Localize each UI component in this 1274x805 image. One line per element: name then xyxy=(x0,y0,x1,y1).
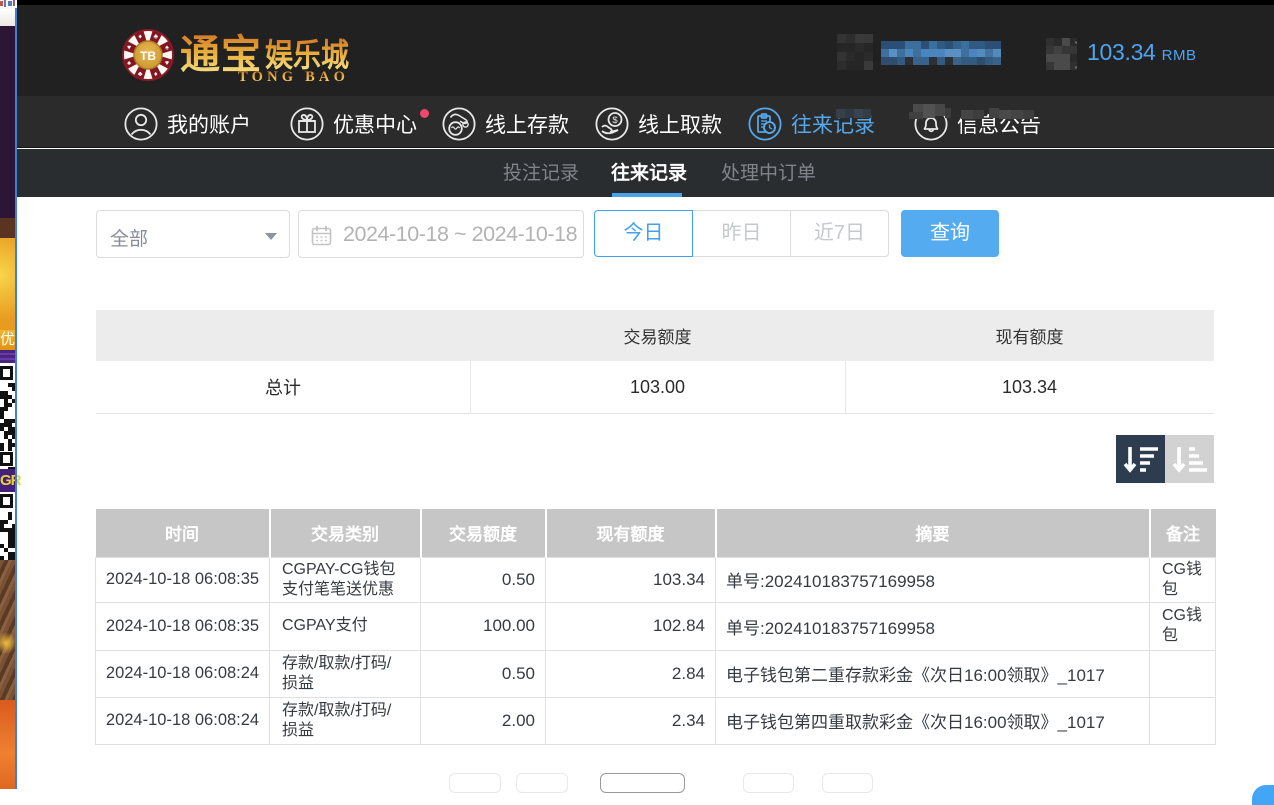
svg-text:TB: TB xyxy=(140,49,156,63)
svg-text:♠: ♠ xyxy=(165,44,169,51)
svg-text:♥: ♥ xyxy=(127,44,131,51)
svg-text:♣: ♣ xyxy=(154,33,159,40)
svg-text:$: $ xyxy=(612,115,618,126)
svg-text:♠: ♠ xyxy=(127,60,131,67)
svg-text:♥: ♥ xyxy=(165,60,169,67)
svg-text:♦: ♦ xyxy=(138,33,142,40)
svg-text:娱乐城: 娱乐城 xyxy=(265,37,349,73)
svg-text:TONG BAO: TONG BAO xyxy=(238,69,349,85)
